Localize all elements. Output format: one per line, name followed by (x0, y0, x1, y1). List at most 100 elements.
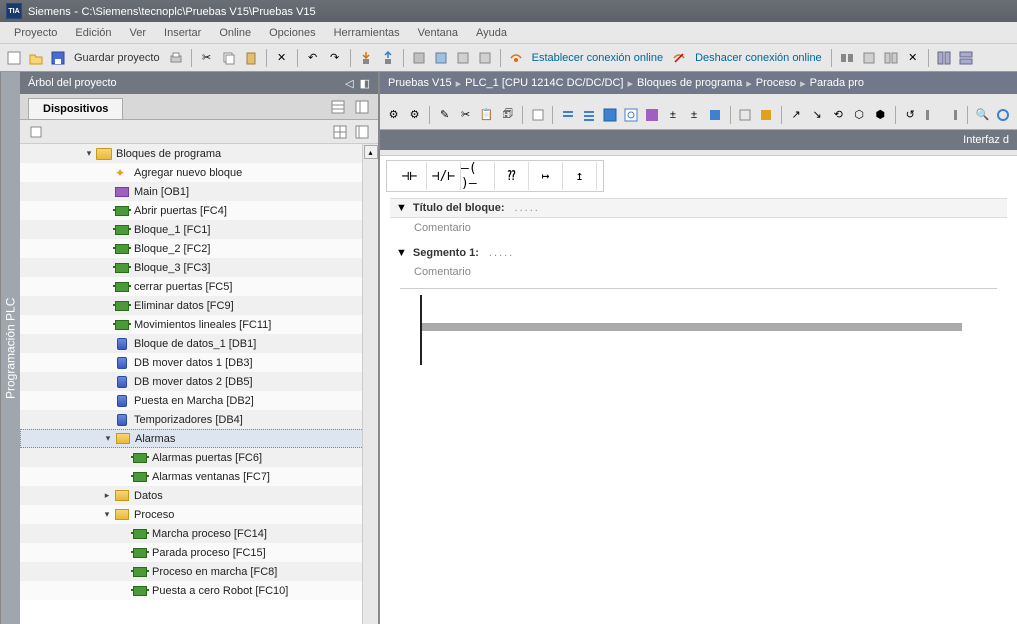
expander-icon[interactable]: ▸ (102, 491, 112, 501)
ed-btn[interactable] (922, 105, 941, 125)
menu-opciones[interactable]: Opciones (261, 25, 323, 41)
segment-comment[interactable]: Comentario (390, 262, 1007, 288)
tree-item[interactable]: DB mover datos 1 [DB3] (20, 353, 378, 372)
print-icon[interactable] (166, 48, 186, 68)
lad-branch-icon[interactable]: ↦ (529, 162, 563, 190)
upload-icon[interactable] (378, 48, 398, 68)
paste-icon[interactable] (241, 48, 261, 68)
lad-contact-nc-icon[interactable]: ⊣/⊢ (427, 162, 461, 190)
go-offline-label[interactable]: Deshacer conexión online (691, 52, 826, 64)
menu-proyecto[interactable]: Proyecto (6, 25, 65, 41)
ed-btn[interactable] (943, 105, 962, 125)
cross-ref-icon[interactable] (859, 48, 879, 68)
ed-btn[interactable]: ✎ (435, 105, 454, 125)
start-icon[interactable] (453, 48, 473, 68)
ed-btn[interactable] (994, 105, 1013, 125)
tree-item[interactable]: Eliminar datos [FC9] (20, 296, 378, 315)
close-x-icon[interactable]: ✕ (903, 48, 923, 68)
scrollbar[interactable]: ▴ (362, 144, 378, 624)
crumb-1[interactable]: PLC_1 [CPU 1214C DC/DC/DC] (465, 77, 623, 89)
stop-icon[interactable] (475, 48, 495, 68)
tree-item[interactable]: Parada proceso [FC15] (20, 543, 378, 562)
lad-box-icon[interactable]: ⁇ (495, 162, 529, 190)
segment-placeholder[interactable]: ..... (489, 247, 514, 259)
delete-icon[interactable]: ✕ (272, 48, 292, 68)
menu-herramientas[interactable]: Herramientas (326, 25, 408, 41)
ed-btn[interactable]: ⬡ (850, 105, 869, 125)
ed-btn[interactable]: ± (663, 105, 682, 125)
ed-btn[interactable]: ⬢ (871, 105, 890, 125)
compare-icon[interactable] (881, 48, 901, 68)
ed-btn[interactable] (600, 105, 619, 125)
tree-item[interactable]: Abrir puertas [FC4] (20, 201, 378, 220)
copy-icon[interactable] (219, 48, 239, 68)
tree-item[interactable]: Puesta en Marcha [DB2] (20, 391, 378, 410)
collapse-icon[interactable]: ◁◧ (345, 77, 370, 90)
tree-item[interactable]: cerrar puertas [FC5] (20, 277, 378, 296)
tree-item[interactable]: Temporizadores [DB4] (20, 410, 378, 429)
hw-icon[interactable] (837, 48, 857, 68)
menu-ventana[interactable]: Ventana (410, 25, 466, 41)
title-placeholder[interactable]: ..... (515, 202, 540, 214)
expander-icon[interactable]: ▾ (102, 510, 112, 520)
tree-item[interactable]: ▾Alarmas (20, 429, 378, 448)
tree-item[interactable]: Proceso en marcha [FC8] (20, 562, 378, 581)
tree-item[interactable]: Agregar nuevo bloque (20, 163, 378, 182)
ed-btn[interactable]: 🗊 (498, 105, 517, 125)
tree-item[interactable]: Main [OB1] (20, 182, 378, 201)
go-online-icon[interactable] (506, 48, 526, 68)
tree-item[interactable]: Marcha proceso [FC14] (20, 524, 378, 543)
lad-coil-icon[interactable]: –( )– (461, 162, 495, 190)
menu-edicion[interactable]: Edición (67, 25, 119, 41)
network-area[interactable] (410, 295, 987, 375)
block-comment[interactable]: Comentario (390, 218, 1007, 244)
ed-btn[interactable] (621, 105, 640, 125)
redo-icon[interactable]: ↷ (325, 48, 345, 68)
crumb-0[interactable]: Pruebas V15 (388, 77, 452, 89)
expander-icon[interactable]: ▾ (103, 434, 113, 444)
go-online-label[interactable]: Establecer conexión online (528, 52, 667, 64)
block-expander-icon[interactable]: ▼ (396, 202, 407, 214)
ed-btn[interactable]: ↗ (787, 105, 806, 125)
menu-ayuda[interactable]: Ayuda (468, 25, 515, 41)
compile-icon[interactable] (409, 48, 429, 68)
ed-btn[interactable] (528, 105, 547, 125)
ed-btn[interactable]: ± (684, 105, 703, 125)
ed-btn[interactable] (736, 105, 755, 125)
undo-icon[interactable]: ↶ (303, 48, 323, 68)
rung-line[interactable] (422, 323, 962, 329)
tree-collapse-icon[interactable] (26, 122, 46, 142)
new-project-icon[interactable] (4, 48, 24, 68)
split-h-icon[interactable] (934, 48, 954, 68)
crumb-4[interactable]: Parada pro (810, 77, 864, 89)
tree-detail-icon[interactable] (352, 122, 372, 142)
tree-item[interactable]: Bloque_2 [FC2] (20, 239, 378, 258)
go-offline-icon[interactable] (669, 48, 689, 68)
list-view-icon[interactable] (352, 97, 372, 117)
tree-item[interactable]: Alarmas puertas [FC6] (20, 448, 378, 467)
tree-item[interactable]: DB mover datos 2 [DB5] (20, 372, 378, 391)
ed-btn[interactable] (706, 105, 725, 125)
expander-icon[interactable]: ▾ (84, 149, 94, 159)
ed-btn[interactable]: ⚙ (384, 105, 403, 125)
tree-item[interactable]: ▾Proceso (20, 505, 378, 524)
sim-icon[interactable] (431, 48, 451, 68)
open-project-icon[interactable] (26, 48, 46, 68)
ed-btn[interactable]: 🔍 (973, 105, 992, 125)
tree-item[interactable]: Puesta a cero Robot [FC10] (20, 581, 378, 600)
crumb-3[interactable]: Proceso (756, 77, 796, 89)
tree-item[interactable]: Bloque_1 [FC1] (20, 220, 378, 239)
tree-item[interactable]: Alarmas ventanas [FC7] (20, 467, 378, 486)
download-icon[interactable] (356, 48, 376, 68)
menu-ver[interactable]: Ver (122, 25, 155, 41)
tree-item[interactable]: Movimientos lineales [FC11] (20, 315, 378, 334)
lad-contact-no-icon[interactable]: ⊣⊢ (393, 162, 427, 190)
project-tree[interactable]: ▴ ▾Bloques de programaAgregar nuevo bloq… (20, 144, 378, 624)
ed-btn[interactable]: ↺ (901, 105, 920, 125)
ed-btn[interactable] (558, 105, 577, 125)
tree-item[interactable]: ▸Datos (20, 486, 378, 505)
menu-online[interactable]: Online (211, 25, 259, 41)
ed-btn[interactable] (642, 105, 661, 125)
ed-btn[interactable]: ↘ (808, 105, 827, 125)
split-v-icon[interactable] (956, 48, 976, 68)
